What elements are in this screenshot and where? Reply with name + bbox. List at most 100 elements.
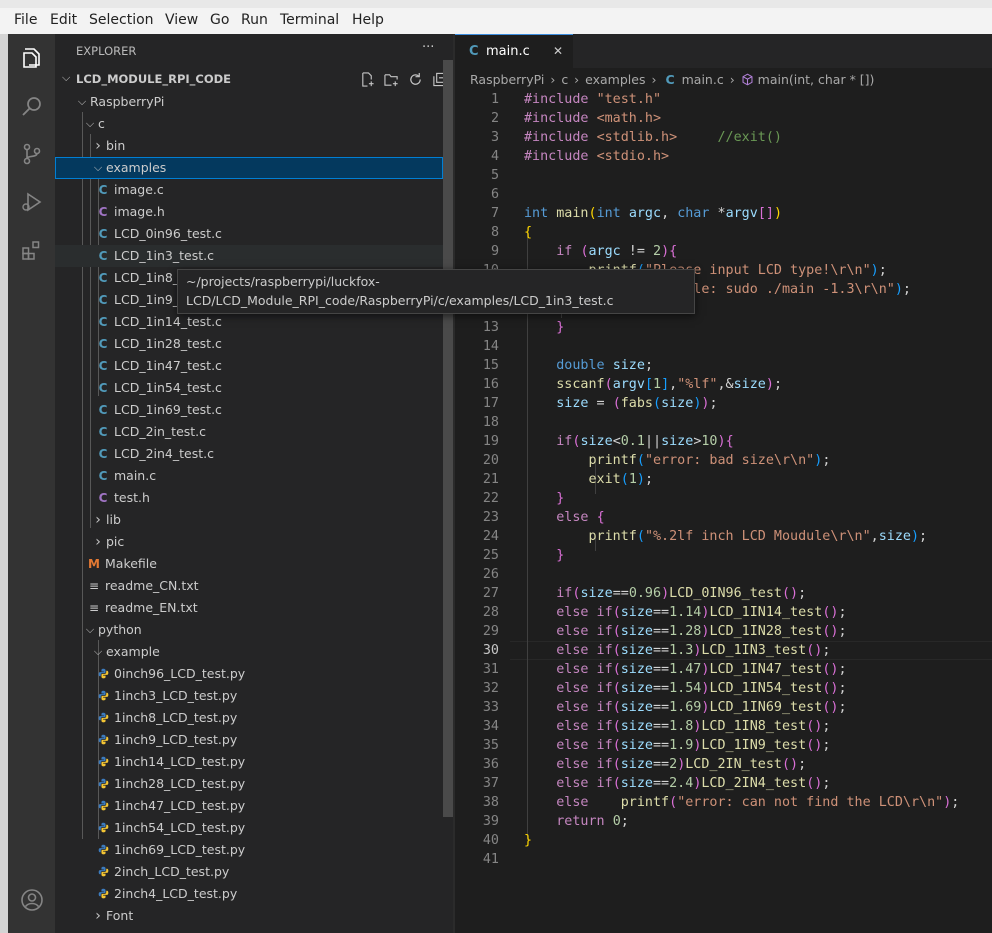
- code-line[interactable]: 2 #include <math.h>: [455, 109, 992, 128]
- chevron-down-icon[interactable]: ⌵: [75, 91, 89, 113]
- tree-file[interactable]: 1inch28_LCD_test.py: [55, 773, 443, 795]
- code-line[interactable]: 24 printf("%.2lf inch LCD Moudule\r\n",s…: [455, 527, 992, 546]
- code-line[interactable]: 5: [455, 166, 992, 185]
- code-line[interactable]: 25 }: [455, 546, 992, 565]
- menu-edit[interactable]: Edit: [50, 12, 77, 28]
- code-line[interactable]: 22 }: [455, 489, 992, 508]
- tree-file[interactable]: C LCD_2in4_test.c: [55, 443, 443, 465]
- code-line[interactable]: 34 else if(size==1.8)LCD_1IN8_test();: [455, 717, 992, 736]
- tree-file[interactable]: M Makefile: [55, 553, 443, 575]
- tree-file[interactable]: 1inch54_LCD_test.py: [55, 817, 443, 839]
- workspace-folder-title[interactable]: LCD_MODULE_RPI_CODE: [76, 72, 231, 86]
- code-line[interactable]: 27 if(size==0.96)LCD_0IN96_test();: [455, 584, 992, 603]
- code-line[interactable]: 33 else if(size==1.69)LCD_1IN69_test();: [455, 698, 992, 717]
- account-icon[interactable]: [20, 888, 44, 912]
- tree-folder[interactable]: › lib: [55, 509, 443, 531]
- new-folder-icon[interactable]: [384, 72, 399, 87]
- tree-file[interactable]: 1inch9_LCD_test.py: [55, 729, 443, 751]
- code-line[interactable]: 29 else if(size==1.28)LCD_1IN28_test();: [455, 622, 992, 641]
- code-line[interactable]: 6: [455, 185, 992, 204]
- breadcrumb-c[interactable]: c: [561, 72, 568, 87]
- chevron-right-icon[interactable]: ›: [91, 509, 105, 531]
- tree-file[interactable]: 2inch4_LCD_test.py: [55, 883, 443, 905]
- breadcrumb-raspberrypi[interactable]: RaspberryPi: [470, 72, 544, 87]
- code-line[interactable]: 39 return 0;: [455, 812, 992, 831]
- chevron-right-icon[interactable]: ›: [91, 905, 105, 927]
- tree-file[interactable]: 1inch8_LCD_test.py: [55, 707, 443, 729]
- chevron-right-icon[interactable]: ›: [91, 531, 105, 553]
- chevron-down-icon[interactable]: ⌵: [83, 619, 97, 641]
- tree-file[interactable]: 0inch96_LCD_test.py: [55, 663, 443, 685]
- tree-file[interactable]: C LCD_1in14_test.c: [55, 311, 443, 333]
- new-file-icon[interactable]: [360, 72, 375, 87]
- extensions-icon[interactable]: [20, 238, 44, 262]
- menu-file[interactable]: File: [14, 12, 37, 28]
- chevron-down-icon[interactable]: ⌵: [91, 157, 105, 179]
- code-line[interactable]: 7 int main(int argc, char *argv[]): [455, 204, 992, 223]
- breadcrumb-examples[interactable]: examples: [585, 72, 645, 87]
- tree-file[interactable]: Cimage.c: [55, 179, 443, 201]
- tree-file[interactable]: 1inch47_LCD_test.py: [55, 795, 443, 817]
- tree-file[interactable]: Cmain.c: [55, 465, 443, 487]
- search-icon[interactable]: [20, 94, 44, 118]
- code-line[interactable]: 36 else if(size==2)LCD_2IN_test();: [455, 755, 992, 774]
- tree-folder[interactable]: ⌵ RaspberryPi: [55, 91, 443, 113]
- code-line[interactable]: 31 else if(size==1.47)LCD_1IN47_test();: [455, 660, 992, 679]
- code-line[interactable]: 17 size = (fabs(size));: [455, 394, 992, 413]
- tree-file[interactable]: C LCD_0in96_test.c: [55, 223, 443, 245]
- tree-file[interactable]: C LCD_1in3_test.c: [55, 245, 443, 267]
- code-line[interactable]: 16 sscanf(argv[1],"%lf",&size);: [455, 375, 992, 394]
- tree-file[interactable]: C LCD_1in28_test.c: [55, 333, 443, 355]
- breadcrumb-main-c[interactable]: main.c: [682, 72, 724, 87]
- tree-file[interactable]: C LCD_2in_test.c: [55, 421, 443, 443]
- code-line[interactable]: 3 #include <stdlib.h> //exit(): [455, 128, 992, 147]
- menu-selection[interactable]: Selection: [89, 12, 154, 28]
- tree-file[interactable]: C LCD_1in54_test.c: [55, 377, 443, 399]
- code-line[interactable]: 20 printf("error: bad size\r\n");: [455, 451, 992, 470]
- folder-chevron-icon[interactable]: ⌵: [62, 71, 70, 85]
- code-line[interactable]: 14: [455, 337, 992, 356]
- code-line[interactable]: 18: [455, 413, 992, 432]
- source-control-icon[interactable]: [20, 142, 44, 166]
- tree-file[interactable]: C LCD_1in69_test.c: [55, 399, 443, 421]
- menu-go[interactable]: Go: [210, 12, 229, 28]
- code-line[interactable]: 19 if(size<0.1||size>10){: [455, 432, 992, 451]
- code-line[interactable]: 41: [455, 850, 992, 869]
- tree-file[interactable]: ≡ readme_CN.txt: [55, 575, 443, 597]
- code-line[interactable]: 15 double size;: [455, 356, 992, 375]
- tree-file[interactable]: 1inch69_LCD_test.py: [55, 839, 443, 861]
- close-icon[interactable]: ✕: [553, 44, 563, 58]
- tree-file[interactable]: C LCD_1in47_test.c: [55, 355, 443, 377]
- code-line[interactable]: 9 if (argc != 2){: [455, 242, 992, 261]
- run-debug-icon[interactable]: [20, 190, 44, 214]
- code-line[interactable]: 23 else {: [455, 508, 992, 527]
- menu-run[interactable]: Run: [241, 12, 268, 28]
- menu-view[interactable]: View: [165, 12, 198, 28]
- tree-folder[interactable]: ⌵ examples: [55, 157, 443, 179]
- refresh-icon[interactable]: [408, 72, 423, 87]
- tree-file[interactable]: 1inch3_LCD_test.py: [55, 685, 443, 707]
- explorer-scrollbar[interactable]: [443, 60, 453, 817]
- code-line[interactable]: 35 else if(size==1.9)LCD_1IN9_test();: [455, 736, 992, 755]
- explorer-icon[interactable]: [20, 46, 44, 70]
- chevron-down-icon[interactable]: ⌵: [83, 113, 97, 135]
- tree-folder[interactable]: › pic: [55, 531, 443, 553]
- tree-file[interactable]: 2inch_LCD_test.py: [55, 861, 443, 883]
- tree-folder[interactable]: › Font: [55, 905, 443, 927]
- tree-folder[interactable]: › bin: [55, 135, 443, 157]
- code-line[interactable]: 37 else if(size==2.4)LCD_2IN4_test();: [455, 774, 992, 793]
- code-line[interactable]: 1 #include "test.h": [455, 90, 992, 109]
- tree-folder[interactable]: ⌵ example: [55, 641, 443, 663]
- tree-file[interactable]: 1inch14_LCD_test.py: [55, 751, 443, 773]
- code-line[interactable]: 28 else if(size==1.14)LCD_1IN14_test();: [455, 603, 992, 622]
- tree-file[interactable]: Ctest.h: [55, 487, 443, 509]
- code-line[interactable]: 26: [455, 565, 992, 584]
- code-line[interactable]: 38 else printf("error: can not find the …: [455, 793, 992, 812]
- code-line[interactable]: 8{: [455, 223, 992, 242]
- code-line[interactable]: 13 }: [455, 318, 992, 337]
- tree-folder[interactable]: ⌵ c: [55, 113, 443, 135]
- code-line[interactable]: 30 else if(size==1.3)LCD_1IN3_test();: [455, 641, 992, 660]
- menu-terminal[interactable]: Terminal: [280, 12, 339, 28]
- code-line[interactable]: 21 exit(1);: [455, 470, 992, 489]
- tree-folder[interactable]: ⌵ python: [55, 619, 443, 641]
